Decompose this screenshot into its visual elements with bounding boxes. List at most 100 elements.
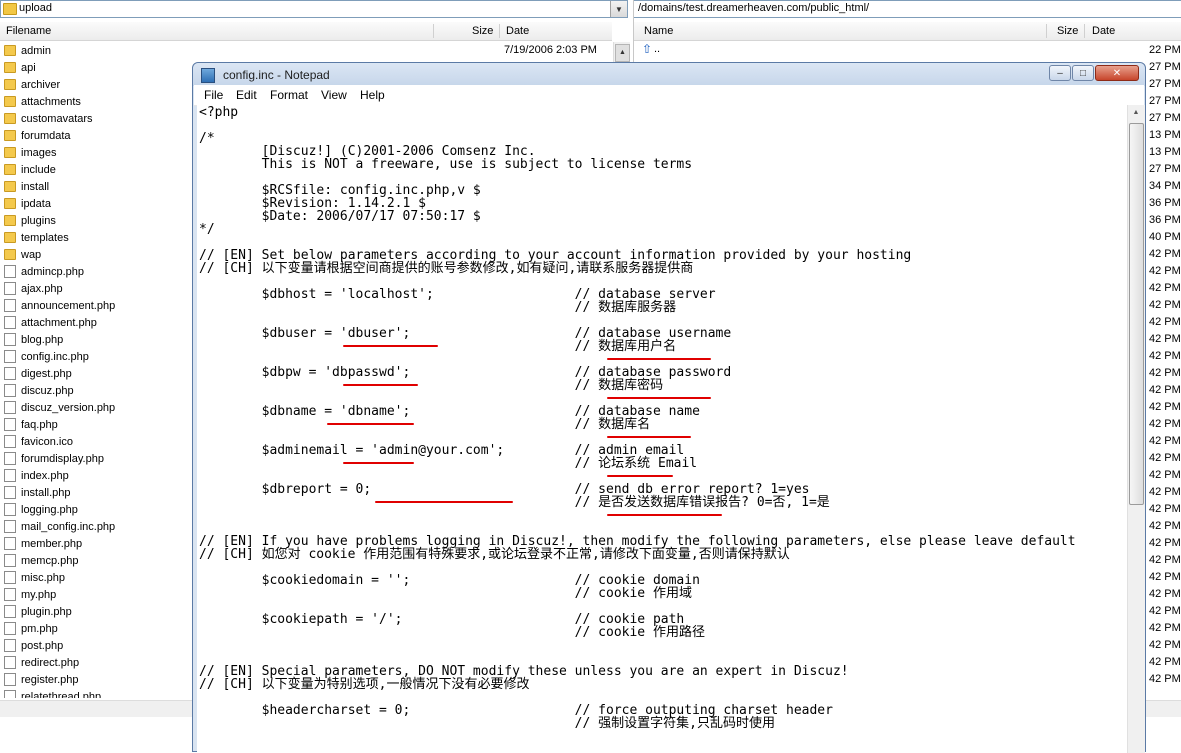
text-editor[interactable]: <?php/* [Discuz!] (C)2001-2006 Comsenz I… [197,105,1128,753]
file-time: 42 PM [1149,282,1181,294]
file-time: 42 PM [1149,622,1181,634]
file-row[interactable]: admincp.php [0,263,192,280]
file-icon [4,690,16,698]
folder-icon [4,113,16,124]
underline-dbuser [343,384,418,386]
file-row[interactable]: attachment.php [0,314,192,331]
menu-item-format[interactable]: Format [270,88,308,102]
parent-folder-label[interactable]: .. [654,43,660,55]
minimize-button[interactable]: – [1049,65,1071,81]
file-row[interactable]: discuz.php [0,382,192,399]
file-icon [4,333,16,346]
editor-text[interactable]: <?php/* [Discuz!] (C)2001-2006 Comsenz I… [199,106,1076,730]
file-time: 42 PM [1149,384,1181,396]
code-line: */ [199,222,215,237]
file-icon [4,367,16,380]
column-size[interactable]: Size [1057,25,1078,37]
file-row[interactable]: favicon.ico [0,433,192,450]
scrollbar-thumb[interactable] [1129,123,1144,505]
file-row[interactable]: plugin.php [0,603,192,620]
scroll-up-arrow-icon[interactable]: ▲ [1128,105,1144,121]
file-row[interactable]: ajax.php [0,280,192,297]
code-line: This is NOT a freeware, use is subject t… [199,157,693,172]
editor-vertical-scrollbar[interactable]: ▲ [1127,105,1145,753]
file-row[interactable]: customavatars [0,110,192,127]
file-row[interactable]: my.php [0,586,192,603]
file-time: 42 PM [1149,435,1181,447]
code-line: // [CH] 以下变量请根据空间商提供的账号参数修改,如有疑问,请联系服务器提… [199,261,694,276]
file-row[interactable]: attachments [0,93,192,110]
file-row[interactable]: discuz_version.php [0,399,192,416]
underline-db-name [607,475,673,477]
file-icon [4,265,16,278]
file-row[interactable]: memcp.php [0,552,192,569]
file-time: 42 PM [1149,673,1181,685]
file-icon [4,639,16,652]
file-name: faq.php [21,418,58,431]
menu-item-edit[interactable]: Edit [236,88,257,102]
file-row[interactable]: api [0,59,192,76]
menu-item-view[interactable]: View [321,88,347,102]
local-path-combobox[interactable]: upload ▼ [0,0,628,18]
file-icon [4,571,16,584]
file-row[interactable]: post.php [0,637,192,654]
code-line: // 数据库密码 [199,378,664,393]
file-time: 34 PM [1149,180,1181,192]
file-row[interactable]: wap [0,246,192,263]
file-row[interactable]: mail_config.inc.php [0,518,192,535]
column-filename[interactable]: Filename [6,25,51,37]
file-name: discuz.php [21,384,74,397]
file-row[interactable]: images [0,144,192,161]
column-name[interactable]: Name [644,25,673,37]
notepad-titlebar[interactable]: config.inc - Notepad – □ ✕ [193,63,1145,86]
file-row[interactable]: plugins [0,212,192,229]
maximize-button[interactable]: □ [1072,65,1094,81]
file-row[interactable]: config.inc.php [0,348,192,365]
column-date[interactable]: Date [506,25,529,37]
column-size[interactable]: Size [472,25,493,37]
folder-icon [4,147,16,158]
file-row[interactable]: digest.php [0,365,192,382]
file-time: 42 PM [1149,367,1181,379]
file-time: 27 PM [1149,95,1181,107]
file-row[interactable]: install [0,178,192,195]
file-row[interactable]: faq.php [0,416,192,433]
file-row[interactable]: install.php [0,484,192,501]
chevron-down-icon[interactable]: ▼ [610,1,627,17]
menu-item-file[interactable]: File [204,88,223,102]
file-row[interactable]: include [0,161,192,178]
file-row[interactable]: forumdisplay.php [0,450,192,467]
file-icon [4,588,16,601]
parent-folder-icon[interactable]: ⇧ [642,43,652,55]
file-time: 42 PM [1149,452,1181,464]
file-row[interactable]: member.php [0,535,192,552]
file-row[interactable]: redirect.php [0,654,192,671]
file-row[interactable]: logging.php [0,501,192,518]
file-row[interactable]: index.php [0,467,192,484]
file-row[interactable]: misc.php [0,569,192,586]
file-row[interactable]: forumdata [0,127,192,144]
file-row[interactable]: relatethread.php [0,688,192,698]
file-name: pm.php [21,622,58,635]
code-line: // 数据库服务器 [199,300,677,315]
file-row[interactable]: pm.php [0,620,192,637]
file-row[interactable]: ipdata [0,195,192,212]
file-time: 42 PM [1149,333,1181,345]
file-name: images [21,146,57,159]
file-row[interactable]: announcement.php [0,297,192,314]
scroll-up-arrow-icon[interactable]: ▲ [615,44,630,62]
menu-item-help[interactable]: Help [360,88,385,102]
column-date[interactable]: Date [1092,25,1115,37]
folder-icon [4,164,16,175]
file-row[interactable]: register.php [0,671,192,688]
file-row[interactable]: blog.php [0,331,192,348]
file-time: 42 PM [1149,639,1181,651]
file-name: ajax.php [21,282,63,295]
remote-path-combobox[interactable]: /domains/test.dreamerheaven.com/public_h… [634,0,1181,18]
close-button[interactable]: ✕ [1095,65,1139,81]
file-row[interactable]: admin [0,42,192,59]
file-row[interactable]: templates [0,229,192,246]
file-name: attachment.php [21,316,97,329]
file-row[interactable]: archiver [0,76,192,93]
